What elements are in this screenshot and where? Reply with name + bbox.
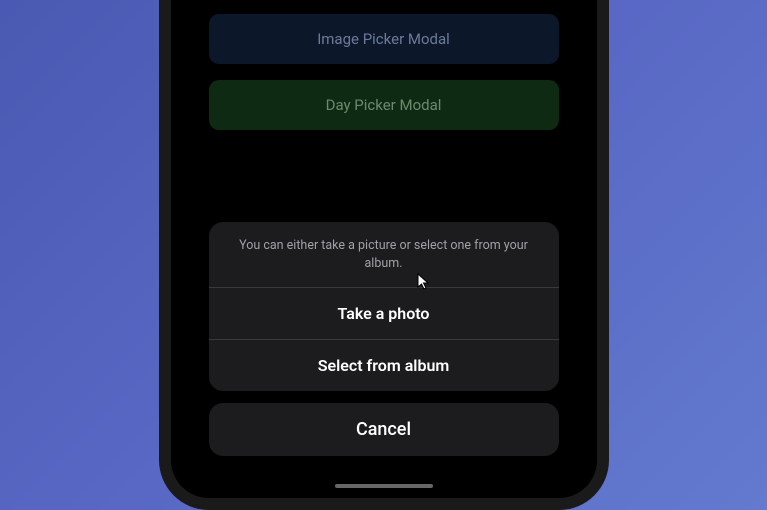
action-sheet-container: You can either take a picture or select … [209, 222, 559, 456]
action-sheet-title: You can either take a picture or select … [209, 222, 559, 288]
day-picker-modal-button[interactable]: Day Picker Modal [209, 80, 559, 130]
take-photo-button[interactable]: Take a photo [209, 288, 559, 340]
cancel-button[interactable]: Cancel [209, 403, 559, 456]
image-picker-modal-button[interactable]: Image Picker Modal [209, 14, 559, 64]
home-indicator[interactable] [335, 484, 433, 488]
action-sheet: You can either take a picture or select … [209, 222, 559, 391]
phone-screen: Image Picker Modal Day Picker Modal You … [171, 0, 597, 498]
background-content: Image Picker Modal Day Picker Modal [171, 0, 597, 160]
day-picker-modal-label: Day Picker Modal [326, 96, 442, 114]
phone-frame: Image Picker Modal Day Picker Modal You … [159, 0, 609, 510]
select-from-album-button[interactable]: Select from album [209, 340, 559, 391]
image-picker-modal-label: Image Picker Modal [317, 30, 450, 48]
